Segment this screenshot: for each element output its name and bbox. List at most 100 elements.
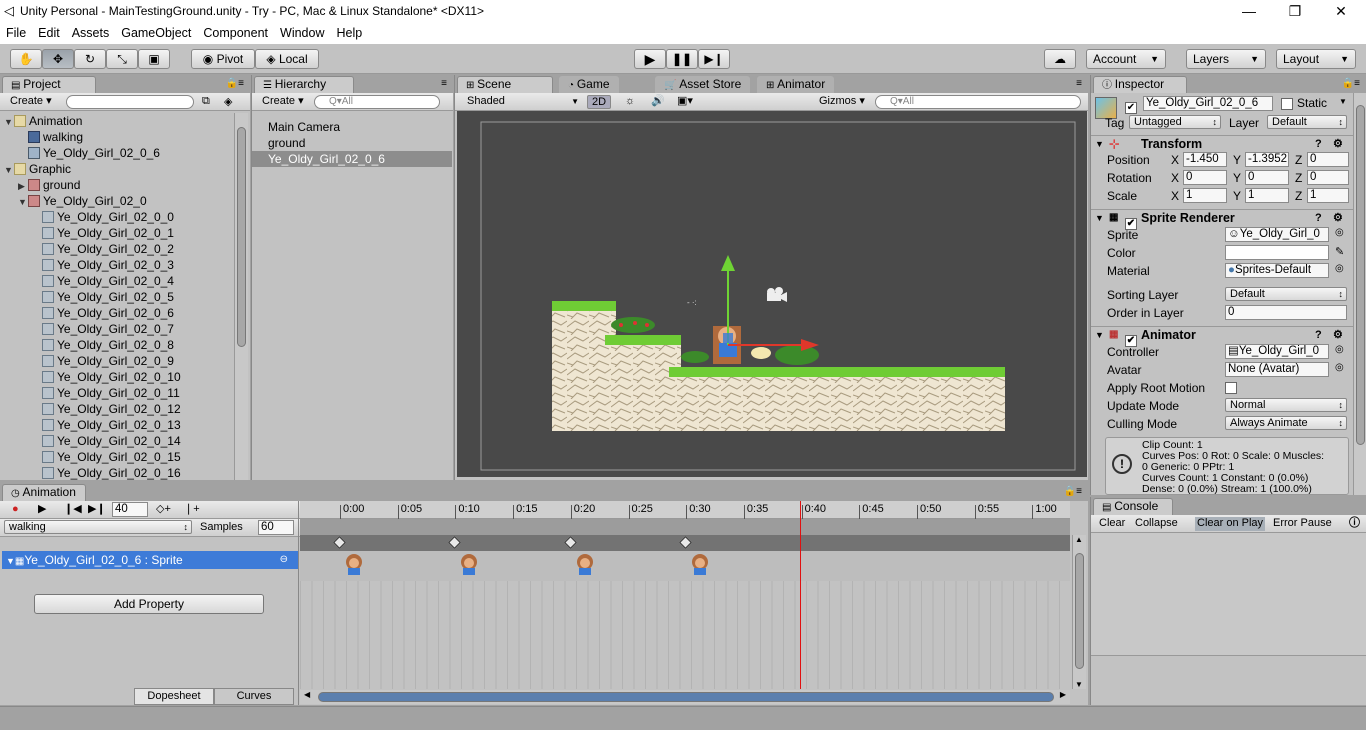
object-picker-icon[interactable]: ◎	[1335, 263, 1344, 274]
tab-game[interactable]: ◔ Game	[559, 76, 619, 93]
cloud-icon[interactable]: ☁	[1044, 49, 1076, 69]
hierarchy-item[interactable]: ground	[252, 135, 452, 151]
scroll-left-icon[interactable]: ◀	[304, 690, 310, 699]
play-button[interactable]: ▶	[634, 49, 666, 69]
tab-asset-store[interactable]: 🛒 Asset Store	[655, 76, 751, 93]
rotation-z-input[interactable]: 0	[1307, 170, 1349, 185]
sprite-keyframe-thumbnail[interactable]	[340, 553, 366, 577]
update-mode-dropdown[interactable]: Normal	[1225, 398, 1347, 412]
help-icon[interactable]: ?	[1315, 327, 1322, 343]
project-item[interactable]: Ye_Oldy_Girl_02_0_6	[0, 305, 174, 321]
project-scroll-thumb[interactable]	[237, 127, 246, 347]
console-collapse-button[interactable]: Collapse	[1135, 517, 1178, 531]
property-options-icon[interactable]: ⊖	[280, 551, 288, 569]
chevron-down-icon[interactable]: ▼	[1339, 97, 1347, 106]
add-event-button[interactable]: ❘+	[184, 503, 200, 517]
record-button[interactable]: ●	[12, 503, 19, 517]
scale-x-input[interactable]: 1	[1183, 188, 1227, 203]
hierarchy-create-dropdown[interactable]: Create ▾	[262, 95, 304, 109]
sprite-keyframe-thumbnail[interactable]	[686, 553, 712, 577]
menu-gameobject[interactable]: GameObject	[115, 24, 197, 42]
preview-play-button[interactable]: ▶	[38, 503, 46, 517]
axis-label[interactable]: X	[1171, 171, 1179, 185]
samples-input[interactable]: 60	[258, 520, 294, 535]
audio-icon[interactable]: 🔊	[651, 95, 665, 109]
next-keyframe-button[interactable]: ▶❙	[88, 503, 106, 517]
axis-label[interactable]: Z	[1295, 171, 1302, 185]
avatar-object-field[interactable]: None (Avatar)	[1225, 362, 1329, 377]
prev-keyframe-button[interactable]: ❙◀	[64, 503, 82, 517]
mode-2d-toggle[interactable]: 2D	[587, 95, 611, 109]
fold-icon[interactable]: ▼	[4, 162, 14, 178]
local-toggle[interactable]: ◈ Local	[255, 49, 319, 69]
sprite-renderer-header[interactable]: ▼ ▦ ✔ Sprite Renderer ? ⚙	[1091, 209, 1353, 230]
axis-label[interactable]: Z	[1295, 189, 1302, 203]
object-name-input[interactable]: Ye_Oldy_Girl_02_0_6	[1143, 96, 1273, 111]
clip-dropdown[interactable]: walking	[4, 520, 192, 534]
console-clear-on-play-button[interactable]: Clear on Play	[1195, 517, 1266, 531]
project-item[interactable]: Ye_Oldy_Girl_02_0_0	[0, 209, 174, 225]
gear-icon[interactable]: ⚙	[1333, 136, 1343, 152]
animation-vscroll-thumb[interactable]	[1075, 553, 1084, 669]
restore-icon[interactable]: ❐	[1272, 0, 1318, 24]
color-swatch[interactable]	[1225, 245, 1329, 260]
add-property-button[interactable]: Add Property	[34, 594, 264, 614]
project-item[interactable]: Ye_Oldy_Girl_02_0_9	[0, 353, 174, 369]
timeline-ruler[interactable]: 0:00 0:05 0:10 0:15 0:20 0:25 0:30 0:35 0:40 0:45…	[300, 501, 1070, 519]
tab-project[interactable]: ▤ Project	[2, 76, 96, 93]
menu-component[interactable]: Component	[197, 24, 274, 42]
project-item[interactable]: Ye_Oldy_Girl_02_0_8	[0, 337, 174, 353]
curves-tab[interactable]: Curves	[214, 688, 294, 705]
scroll-down-icon[interactable]: ▼	[1075, 680, 1083, 689]
static-checkbox[interactable]	[1281, 97, 1293, 111]
project-item[interactable]: Ye_Oldy_Girl_02_0_10	[0, 369, 181, 385]
object-picker-icon[interactable]: ◎	[1335, 227, 1344, 238]
fold-icon[interactable]: ▼	[4, 114, 14, 130]
panel-menu-icon[interactable]: ≡	[1076, 78, 1082, 89]
gear-icon[interactable]: ⚙	[1333, 327, 1343, 343]
fold-icon[interactable]: ▼	[18, 194, 28, 210]
scene-search-input[interactable]: Q▾All	[875, 95, 1081, 109]
project-item[interactable]: Ye_Oldy_Girl_02_0_15	[0, 449, 181, 465]
layout-dropdown[interactable]: Layout ▼	[1276, 49, 1356, 69]
keyframe-area[interactable]	[300, 581, 1070, 689]
console-info-icon[interactable]: ⓘ	[1349, 517, 1360, 531]
tab-hierarchy[interactable]: ☰ Hierarchy	[254, 76, 354, 93]
rect-tool-icon[interactable]: ▣	[138, 49, 170, 69]
account-dropdown[interactable]: Account ▼	[1086, 49, 1166, 69]
effects-icon[interactable]: ▣▾	[677, 95, 693, 109]
position-z-input[interactable]: 0	[1307, 152, 1349, 167]
menu-assets[interactable]: Assets	[66, 24, 116, 42]
scale-z-input[interactable]: 1	[1307, 188, 1349, 203]
project-item[interactable]: ▼ Graphic	[0, 161, 71, 177]
controller-object-field[interactable]: ▤Ye_Oldy_Girl_0	[1225, 344, 1329, 359]
gear-icon[interactable]: ⚙	[1333, 210, 1343, 226]
scroll-up-icon[interactable]: ▲	[1075, 535, 1083, 544]
culling-mode-dropdown[interactable]: Always Animate	[1225, 416, 1347, 430]
add-keyframe-button[interactable]: ◇+	[156, 503, 171, 517]
sprite-keyframe-lane[interactable]	[300, 551, 1070, 581]
tag-dropdown[interactable]: Untagged	[1129, 115, 1221, 129]
close-icon[interactable]: ✕	[1318, 0, 1364, 24]
material-object-field[interactable]: ●Sprites-Default	[1225, 263, 1329, 278]
project-item[interactable]: ▼ Animation	[0, 113, 82, 129]
property-row[interactable]: ▼▦Ye_Oldy_Girl_02_0_6 : Sprite ⊖	[2, 551, 298, 569]
shading-mode-dropdown[interactable]: Shaded ▼	[467, 95, 579, 109]
menu-edit[interactable]: Edit	[32, 24, 66, 42]
position-x-input[interactable]: -1.450	[1183, 152, 1227, 167]
hierarchy-search-input[interactable]: Q▾All	[314, 95, 440, 109]
event-lane[interactable]	[300, 519, 1070, 535]
menu-window[interactable]: Window	[274, 24, 330, 42]
project-create-dropdown[interactable]: Create ▾	[10, 95, 52, 109]
menu-help[interactable]: Help	[330, 24, 368, 42]
tab-scene[interactable]: ⊞ Scene	[457, 76, 553, 93]
scroll-right-icon[interactable]: ▶	[1060, 690, 1066, 699]
frame-input[interactable]: 40	[112, 502, 148, 517]
console-detail-area[interactable]	[1091, 655, 1366, 705]
project-item[interactable]: walking	[0, 129, 83, 145]
scale-y-input[interactable]: 1	[1245, 188, 1289, 203]
project-item[interactable]: ▼ Ye_Oldy_Girl_02_0	[0, 193, 147, 209]
scale-tool-icon[interactable]: ⤡	[106, 49, 138, 69]
object-picker-icon[interactable]: ◎	[1335, 362, 1344, 373]
axis-label[interactable]: Y	[1233, 189, 1241, 203]
